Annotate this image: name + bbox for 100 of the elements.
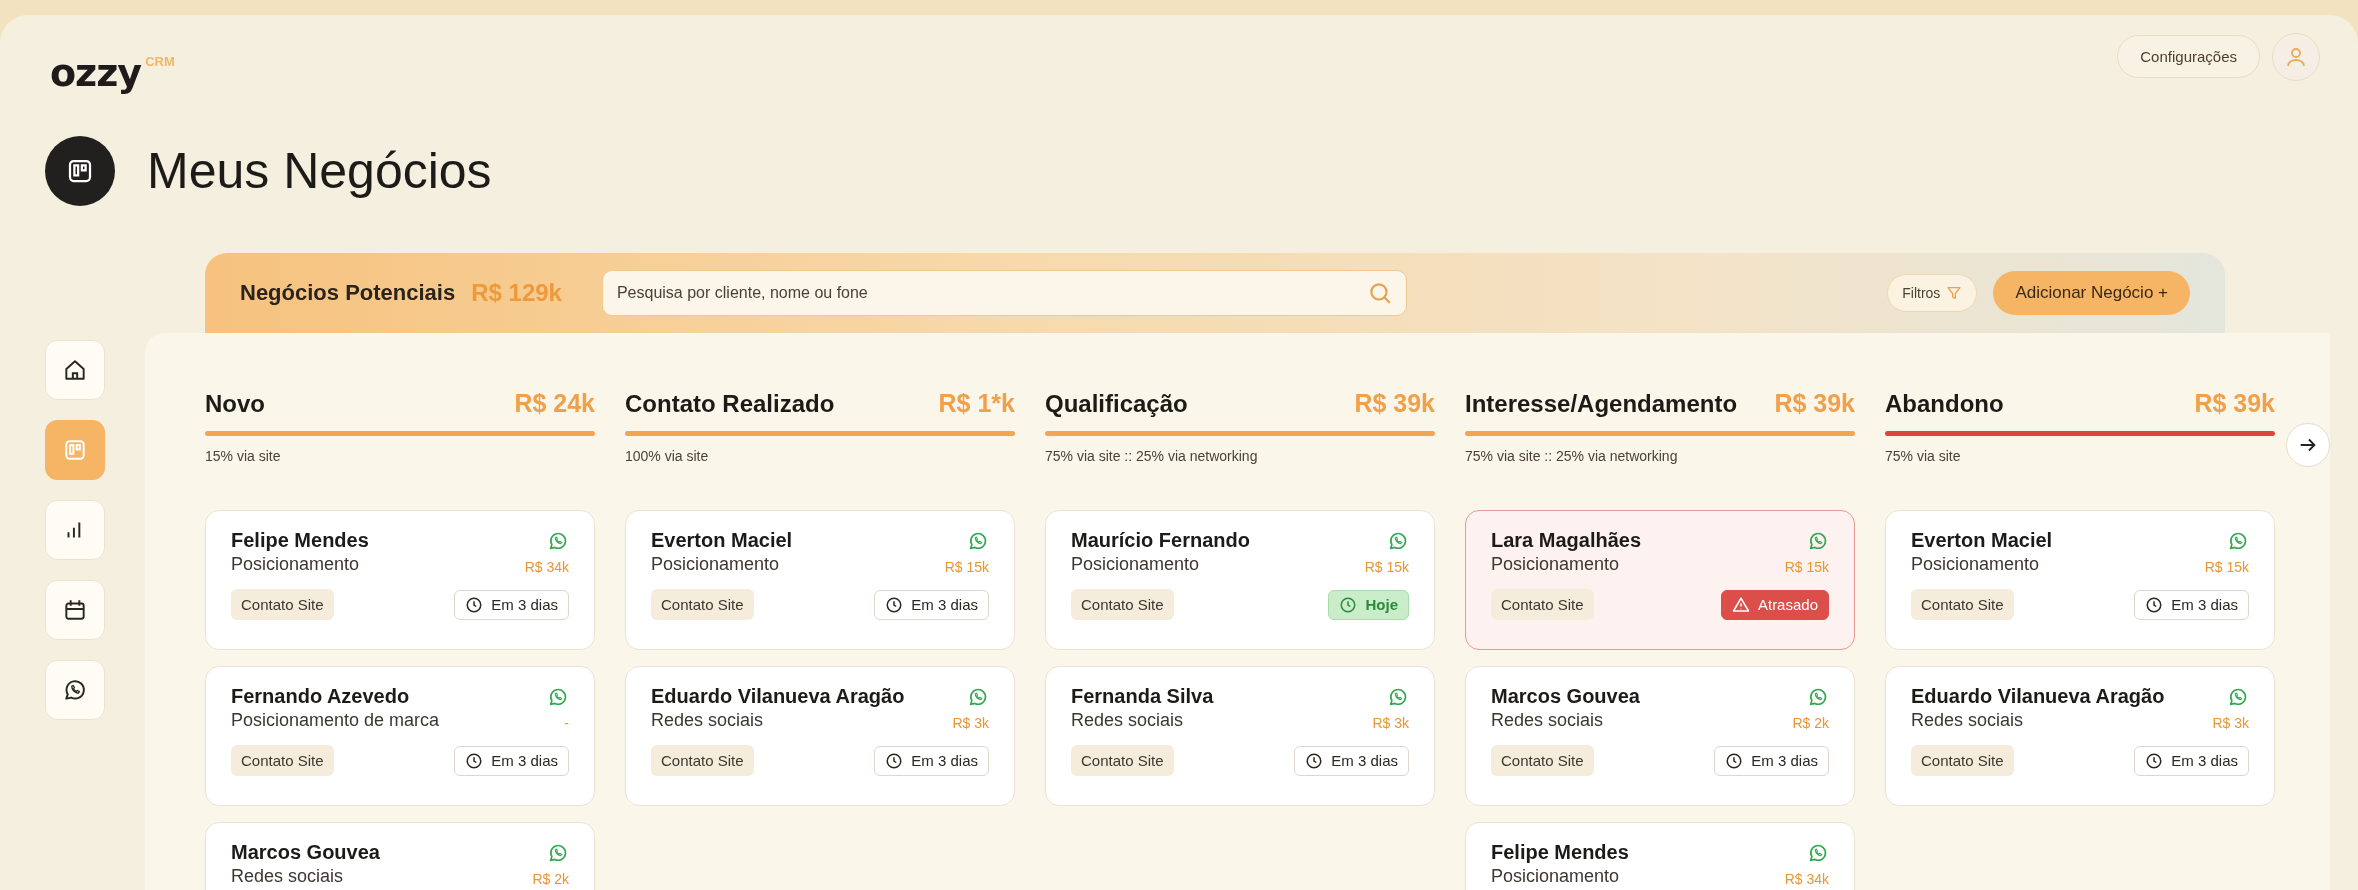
source-tag: Contato Site [651, 589, 754, 620]
clock-icon [465, 595, 484, 614]
pipeline-title: Negócios Potenciais [240, 280, 456, 306]
clock-icon [1725, 751, 1744, 770]
deal-subject: Posicionamento [1491, 866, 1620, 887]
calendar-icon [62, 597, 88, 623]
client-name: Marcos Gouvea [231, 841, 380, 864]
client-name: Felipe Mendes [231, 529, 369, 552]
deal-subject: Posicionamento [1491, 554, 1620, 575]
deal-card[interactable]: Marcos Gouvea Redes sociais R$ 2k Contato Site Em 3 dias [1465, 666, 1855, 806]
client-name: Everton Maciel [651, 529, 793, 552]
due-label: Hoje [1365, 596, 1398, 613]
column-title: Novo [205, 390, 265, 418]
client-name: Everton Maciel [1911, 529, 2053, 552]
client-name: Lara Magalhães [1491, 529, 1642, 552]
sidebar-item[interactable] [45, 340, 105, 400]
deal-card[interactable]: Everton Maciel Posicionamento R$ 15k Contato Site Em 3 dias [1885, 510, 2275, 650]
deal-card[interactable]: Fernanda Silva Redes sociais R$ 3k Contato Site Em 3 dias [1045, 666, 1435, 806]
column-total: R$ 1*k [938, 389, 1015, 418]
column-source-text: 15% via site [205, 448, 282, 466]
deal-value: R$ 3k [952, 715, 989, 731]
deal-value: R$ 34k [524, 559, 569, 575]
due-label: Em 3 dias [2171, 752, 2238, 769]
page-title: Meus Negócios [147, 142, 492, 200]
deal-card[interactable]: Eduardo Vilanueva Aragão Redes sociais R$ 3k Contato Site Em 3 dias [625, 666, 1015, 806]
deal-card[interactable]: Fernando Azevedo Posicionamento de marca - Contato Site Em 3 dias [205, 666, 595, 806]
deal-card[interactable]: Marcos Gouvea Redes sociais R$ 2k [205, 822, 595, 890]
warning-icon [1731, 595, 1750, 614]
deal-card[interactable]: Felipe Mendes Posicionamento R$ 34k [1465, 822, 1855, 890]
source-tag: Contato Site [1071, 589, 1174, 620]
source-tag: Contato Site [1491, 589, 1594, 620]
sidebar-item[interactable] [45, 580, 105, 640]
deal-value: - [564, 715, 569, 731]
due-label: Em 3 dias [491, 596, 558, 613]
client-name: Eduardo Vilanueva Aragão [1911, 685, 2165, 708]
deal-subject: Redes sociais [1911, 710, 2024, 731]
deal-card[interactable]: Felipe Mendes Posicionamento R$ 34k Contato Site Em 3 dias [205, 510, 595, 650]
source-tag: Contato Site [1491, 745, 1594, 776]
deal-card[interactable]: Maurício Fernando Posicionamento R$ 15k Contato Site Hoje [1045, 510, 1435, 650]
due-label: Em 3 dias [911, 752, 978, 769]
client-name: Fernanda Silva [1071, 685, 1214, 708]
user-avatar-button[interactable] [2272, 32, 2320, 81]
column-total: R$ 24k [514, 389, 595, 418]
filter-button[interactable]: Filtros [1887, 274, 1978, 312]
home-icon [62, 357, 88, 383]
search-field[interactable]: Pesquisa por cliente, nome ou fone [601, 270, 1407, 316]
deal-card[interactable]: Lara Magalhães Posicionamento R$ 15k Contato Site Atrasado [1465, 510, 1855, 650]
column-total: R$ 39k [1354, 389, 1435, 418]
client-name: Eduardo Vilanueva Aragão [651, 685, 905, 708]
deal-value: R$ 3k [1372, 715, 1409, 731]
due-label: Em 3 dias [2171, 596, 2238, 613]
clock-icon [465, 751, 484, 770]
deal-subject: Redes sociais [231, 866, 344, 887]
sidebar-item[interactable] [45, 660, 105, 720]
deal-value: R$ 2k [1792, 715, 1829, 731]
deal-value: R$ 34k [1784, 871, 1829, 887]
column-source-text: 75% via site :: 25% via networking [1045, 448, 1259, 466]
settings-button[interactable]: Configurações [2117, 35, 2260, 78]
deal-value: R$ 15k [1784, 559, 1829, 575]
source-tag: Contato Site [651, 745, 754, 776]
filter-icon [1946, 285, 1963, 301]
deal-value: R$ 15k [1364, 559, 1409, 575]
deal-card[interactable]: Everton Maciel Posicionamento R$ 15k Contato Site Em 3 dias [625, 510, 1015, 650]
pipeline-total: R$ 129k [471, 279, 562, 307]
column-title: Interesse/Agendamento [1465, 390, 1738, 418]
deal-subject: Posicionamento [1071, 554, 1200, 575]
column-total: R$ 39k [2194, 389, 2275, 418]
deal-subject: Redes sociais [1491, 710, 1604, 731]
due-label: Em 3 dias [491, 752, 558, 769]
deal-subject: Posicionamento [1911, 554, 2040, 575]
due-label: Atrasado [1757, 596, 1818, 613]
source-tag: Contato Site [231, 745, 334, 776]
column-source-text: 75% via site :: 25% via networking [1465, 448, 1679, 466]
deal-value: R$ 2k [532, 871, 569, 887]
column-source-text: 75% via site [1885, 448, 1962, 466]
column-source-text: 100% via site [625, 448, 710, 466]
deal-subject: Posicionamento [231, 554, 360, 575]
logo-subtitle: CRM [145, 54, 175, 69]
client-name: Fernando Azevedo [231, 685, 410, 708]
client-name: Maurício Fernando [1071, 529, 1250, 552]
logo-wordmark: ozzy [50, 54, 142, 92]
deal-value: R$ 15k [944, 559, 989, 575]
clock-icon [2145, 751, 2164, 770]
due-label: Em 3 dias [1331, 752, 1398, 769]
deal-card[interactable]: Eduardo Vilanueva Aragão Redes sociais R$ 3k Contato Site Em 3 dias [1885, 666, 2275, 806]
add-deal-button[interactable]: Adicionar Negócio + [1993, 271, 2190, 315]
clock-icon [885, 751, 904, 770]
client-name: Felipe Mendes [1491, 841, 1629, 864]
board-icon [62, 437, 88, 463]
clock-icon [2145, 595, 2164, 614]
client-name: Marcos Gouvea [1491, 685, 1640, 708]
column-title: Abandono [1885, 390, 2004, 418]
clock-icon [1305, 751, 1324, 770]
deal-value: R$ 15k [2204, 559, 2249, 575]
whatsapp-icon [62, 677, 88, 703]
next-arrow-button[interactable] [2286, 423, 2330, 467]
column-total: R$ 39k [1774, 389, 1855, 418]
deal-subject: Posicionamento de marca [231, 710, 440, 731]
deal-subject: Redes sociais [651, 710, 764, 731]
deal-value: R$ 3k [2212, 715, 2249, 731]
